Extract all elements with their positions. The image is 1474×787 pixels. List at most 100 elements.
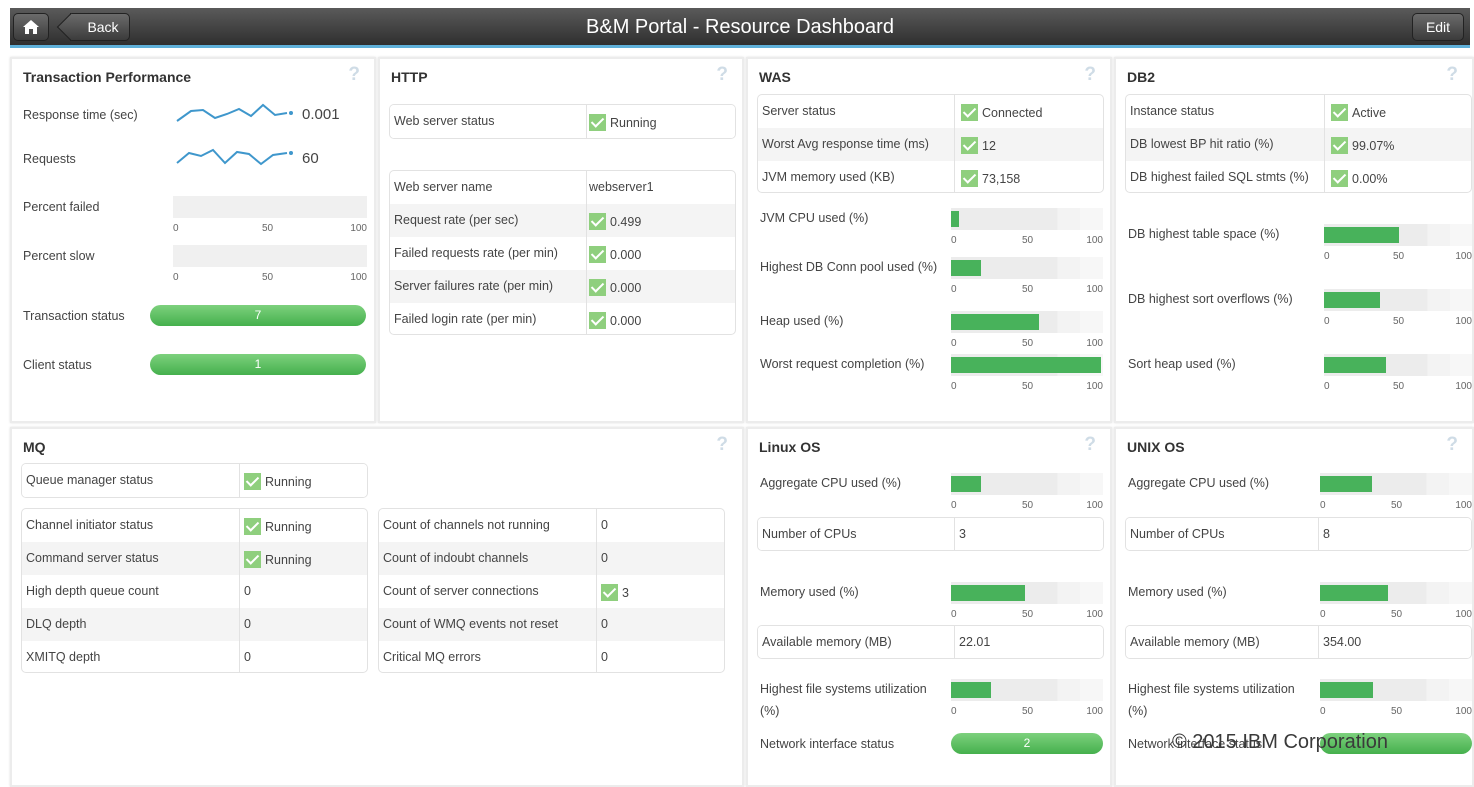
help-icon[interactable]: ? <box>1446 434 1458 456</box>
check-icon <box>1331 170 1348 187</box>
help-icon[interactable]: ? <box>1446 64 1458 86</box>
jvm-cpu-ticks: 0 50 100 <box>951 235 1103 246</box>
check-icon <box>244 473 261 490</box>
sort-overflows-bar <box>1324 289 1472 311</box>
table-row: Count of WMQ events not reset 0 <box>379 608 724 641</box>
table-row: Server status Connected <box>758 95 1103 128</box>
unix-cpus-group: Number of CPUs 8 <box>1125 517 1472 551</box>
check-icon <box>601 584 618 601</box>
check-icon <box>589 279 606 296</box>
linux-cpu-ticks: 0 50 100 <box>951 500 1103 511</box>
table-row: XMITQ depth 0 <box>22 641 367 672</box>
check-icon <box>589 246 606 263</box>
table-row: Server failures rate (per min) 0.000 <box>390 270 735 303</box>
table-row: Command server status Running <box>22 542 367 575</box>
table-row: Failed requests rate (per min) 0.000 <box>390 237 735 270</box>
bar-fill <box>1324 292 1381 308</box>
panel-title: Linux OS <box>759 439 821 455</box>
jvm-cpu-label: JVM CPU used (%) <box>760 211 869 225</box>
transaction-status-pill[interactable]: 7 <box>150 305 366 326</box>
dashboard-app: Back B&M Portal - Resource Dashboard Edi… <box>0 0 1474 787</box>
table-row: Critical MQ errors 0 <box>379 641 724 672</box>
bar-fill <box>951 260 982 276</box>
table-row: Available memory (MB) 354.00 <box>1126 626 1471 658</box>
panel-title: UNIX OS <box>1127 439 1185 455</box>
response-time-sparkline <box>176 103 293 122</box>
bar-fill <box>951 314 1040 330</box>
check-icon <box>244 518 261 535</box>
linux-cpus-group: Number of CPUs 3 <box>757 517 1104 551</box>
unix-net-label: Network interface status <box>1128 737 1263 751</box>
unix-cpu-bar <box>1320 473 1472 495</box>
check-icon <box>961 137 978 154</box>
sort-heap-ticks: 0 50 100 <box>1324 381 1472 392</box>
response-time-label: Response time (sec) <box>23 108 138 122</box>
linux-cpu-bar <box>951 473 1103 495</box>
unix-panel: UNIX OS ? Aggregate CPU used (%) 0 50 100 … <box>1114 427 1474 787</box>
sort-overflows-ticks: 0 50 100 <box>1324 316 1472 327</box>
db2-panel: DB2 ? Instance status Active DB lowest BP… <box>1114 57 1474 423</box>
linux-net-label: Network interface status <box>760 737 895 751</box>
bar-fill <box>951 585 1026 601</box>
check-icon <box>589 213 606 230</box>
title-bar: Back B&M Portal - Resource Dashboard Edi… <box>10 8 1470 48</box>
heap-used-ticks: 0 50 100 <box>951 338 1103 349</box>
unix-mem-bar <box>1320 582 1472 604</box>
table-row: DB lowest BP hit ratio (%) 99.07% <box>1126 128 1471 161</box>
table-row: Count of server connections 3 <box>379 575 724 608</box>
help-icon[interactable]: ? <box>1084 64 1096 86</box>
table-row: Channel initiator status Running <box>22 509 367 542</box>
table-row: Available memory (MB) 22.01 <box>758 626 1103 658</box>
linux-avail-mem-group: Available memory (MB) 22.01 <box>757 625 1104 659</box>
client-status-label: Client status <box>23 358 92 372</box>
linux-fs-bar <box>951 679 1103 701</box>
queue-manager-group: Queue manager status Running <box>21 463 368 498</box>
percent-slow-bar <box>173 245 367 267</box>
linux-mem-bar <box>951 582 1103 604</box>
check-icon <box>1331 137 1348 154</box>
table-row: Failed login rate (per min) 0.000 <box>390 303 735 334</box>
unix-fs-ticks: 0 50 100 <box>1320 706 1472 717</box>
edit-button[interactable]: Edit <box>1412 13 1464 41</box>
unix-net-status-pill[interactable] <box>1320 733 1472 754</box>
db-conn-pool-ticks: 0 50 100 <box>951 284 1103 295</box>
mq-left-table: Channel initiator status Running Command … <box>21 508 368 673</box>
check-icon <box>961 104 978 121</box>
linux-fs-ticks: 0 50 100 <box>951 706 1103 717</box>
table-row: Count of indoubt channels 0 <box>379 542 724 575</box>
unix-mem-label: Memory used (%) <box>1128 585 1227 599</box>
bar-fill <box>1320 682 1374 698</box>
linux-mem-label: Memory used (%) <box>760 585 859 599</box>
page-title: B&M Portal - Resource Dashboard <box>586 16 894 38</box>
client-status-pill[interactable]: 1 <box>150 354 366 375</box>
linux-panel: Linux OS ? Aggregate CPU used (%) 0 50 100… <box>746 427 1112 787</box>
bar-fill <box>951 682 991 698</box>
table-row: Count of channels not running 0 <box>379 509 724 542</box>
table-row: Instance status Active <box>1126 95 1471 128</box>
db-conn-pool-label: Highest DB Conn pool used (%) <box>760 260 938 274</box>
help-icon[interactable]: ? <box>716 434 728 456</box>
help-icon[interactable]: ? <box>716 64 728 86</box>
table-space-bar <box>1324 224 1472 246</box>
help-icon[interactable]: ? <box>348 64 360 86</box>
web-server-status-row: Web server status Running <box>390 105 735 138</box>
unix-fs-bar <box>1320 679 1472 701</box>
linux-net-status-pill[interactable]: 2 <box>951 733 1103 754</box>
table-row: DB highest failed SQL stmts (%) 0.00% <box>1126 161 1471 192</box>
unix-fs-label: Highest file systems utilization <box>1128 682 1295 696</box>
bar-fill <box>1320 476 1372 492</box>
requests-sparkline <box>176 148 293 166</box>
table-row: High depth queue count 0 <box>22 575 367 608</box>
check-icon <box>1331 104 1348 121</box>
help-icon[interactable]: ? <box>1084 434 1096 456</box>
linux-fs-label-unit: (%) <box>760 704 780 718</box>
worst-request-label: Worst request completion (%) <box>760 357 925 371</box>
check-icon <box>244 551 261 568</box>
mq-panel: MQ ? Queue manager status Running Channe… <box>10 427 744 787</box>
unix-cpu-ticks: 0 50 100 <box>1320 500 1472 511</box>
http-metrics-table: Web server name webserver1 Request rate (… <box>389 170 736 335</box>
bar-fill <box>951 211 959 227</box>
response-time-value: 0.001 <box>302 106 340 123</box>
linux-mem-ticks: 0 50 100 <box>951 609 1103 620</box>
check-icon <box>589 114 606 131</box>
